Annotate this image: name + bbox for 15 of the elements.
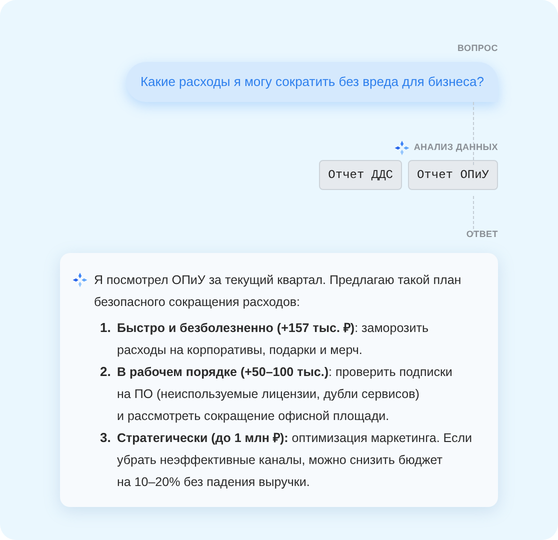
question-bubble: Какие расходы я могу сократить без вреда для бизнеса?: [126, 62, 498, 102]
list-number: 2.: [100, 363, 112, 381]
list-number: 1.: [100, 319, 112, 337]
list-item-text: В рабочем порядке (+50–100 тыс.): проверить подписки на ПО (неиспользуемые лицензии, дубли сервисов) и рассмотреть сокращение офисной площади.: [117, 364, 452, 425]
sparkle-icon: [394, 140, 410, 156]
report-chip[interactable]: Отчет ДДС: [319, 160, 402, 190]
list-number: 3.: [100, 429, 112, 447]
section-label: ОТВЕТ: [466, 228, 498, 240]
sparkle-icon: [72, 272, 88, 288]
report-chip[interactable]: Отчет ОПиУ: [408, 160, 498, 190]
section-label: ВОПРОС: [458, 42, 498, 55]
section-label: АНАЛИЗ ДАННЫХ: [414, 140, 498, 154]
answer-intro: Я посмотрел ОПиУ за текущий квартал. Предлагаю такой план безопасного сокращения расходов:: [94, 272, 462, 311]
list-item-text: Быстро и безболезненно (+157 тыс. ₽): заморозить расходы на корпоративы, подарки и мерч.: [117, 320, 428, 359]
list-item-text: Стратегически (до 1 млн ₽): оптимизация маркетинга. Если убрать неэффективные каналы, можно снизить бюджет на 10–20% без падения выручки.: [117, 430, 472, 491]
